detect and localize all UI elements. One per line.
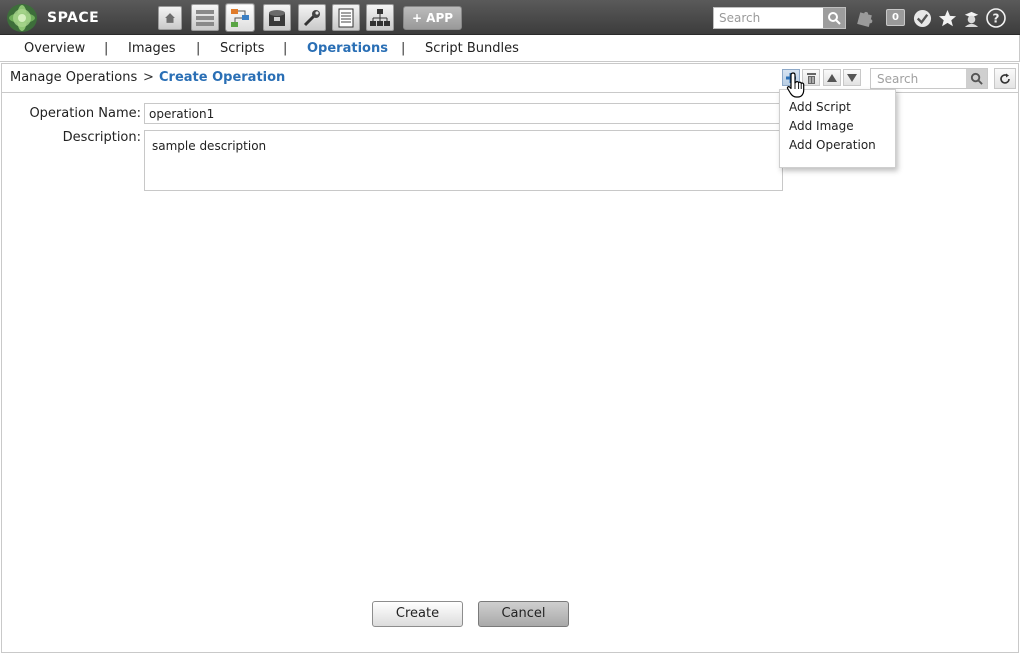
- puzzle-button[interactable]: [856, 8, 876, 28]
- favorites-button[interactable]: [937, 8, 957, 28]
- tab-scripts[interactable]: Scripts: [220, 41, 264, 56]
- operations-search-input[interactable]: [871, 69, 966, 88]
- create-button[interactable]: Create: [372, 601, 463, 627]
- tools-app-button[interactable]: [298, 4, 326, 31]
- menu-item-add-image[interactable]: Add Image: [789, 119, 854, 133]
- user-button[interactable]: [961, 8, 981, 28]
- hand-cursor-icon: [786, 72, 805, 98]
- network-app-button[interactable]: [366, 4, 394, 31]
- search-icon: [828, 12, 841, 25]
- svg-text:?: ?: [993, 12, 1000, 26]
- workflow-app-button[interactable]: [226, 4, 254, 31]
- breadcrumb-separator: >: [143, 70, 154, 85]
- description-label: Description:: [62, 130, 141, 145]
- brand-name: SPACE: [47, 10, 100, 26]
- tab-separator: |: [283, 41, 288, 56]
- tab-overview[interactable]: Overview: [24, 41, 85, 56]
- tab-separator: |: [401, 41, 406, 56]
- tab-operations[interactable]: Operations: [307, 41, 388, 56]
- image-archive-icon: [269, 9, 285, 26]
- arrow-down-icon: [847, 73, 857, 82]
- tab-separator: |: [196, 41, 201, 56]
- devices-icon: [196, 9, 214, 26]
- tab-script-bundles[interactable]: Script Bundles: [425, 41, 519, 56]
- help-icon: ?: [986, 8, 1006, 28]
- global-search-input[interactable]: [714, 8, 824, 28]
- move-up-button[interactable]: [823, 69, 841, 86]
- tasks-button[interactable]: [912, 8, 932, 28]
- reports-app-button[interactable]: [332, 4, 360, 31]
- home-icon: [165, 13, 175, 23]
- workflow-icon: [231, 8, 249, 27]
- page-title: Create Operation: [159, 70, 286, 85]
- network-icon: [370, 8, 390, 26]
- tab-separator: |: [104, 41, 109, 56]
- refresh-icon: [1000, 73, 1010, 84]
- top-bar: SPACE + APP 0 ?: [0, 0, 1020, 35]
- space-logo-icon[interactable]: [6, 3, 38, 33]
- arrow-up-icon: [827, 73, 837, 82]
- notification-count-badge[interactable]: 0: [886, 9, 905, 26]
- operation-name-input[interactable]: [144, 103, 784, 124]
- home-app-button[interactable]: [158, 6, 182, 30]
- menu-item-add-script[interactable]: Add Script: [789, 100, 851, 114]
- refresh-button[interactable]: [994, 68, 1016, 89]
- operation-name-label: Operation Name:: [29, 106, 141, 121]
- section-tabs: Overview | Images | Scripts | Operations…: [0, 35, 1020, 62]
- global-search-button[interactable]: [823, 8, 845, 28]
- image-archive-app-button[interactable]: [263, 4, 291, 31]
- help-button[interactable]: ?: [986, 8, 1006, 28]
- cancel-button[interactable]: Cancel: [478, 601, 569, 627]
- tab-images[interactable]: Images: [128, 41, 176, 56]
- add-app-button[interactable]: + APP: [403, 6, 462, 30]
- breadcrumb-parent[interactable]: Manage Operations: [10, 70, 137, 85]
- move-down-button[interactable]: [843, 69, 861, 86]
- checkmark-icon: [913, 9, 931, 27]
- wrench-icon: [303, 9, 320, 26]
- devices-app-button[interactable]: [191, 4, 219, 31]
- description-input[interactable]: sample description: [144, 130, 783, 191]
- search-icon: [970, 72, 983, 85]
- star-icon: [938, 9, 956, 26]
- global-search: [713, 7, 846, 29]
- menu-item-add-operation[interactable]: Add Operation: [789, 138, 876, 152]
- puzzle-icon: [857, 11, 873, 28]
- user-icon: [964, 11, 978, 27]
- reports-icon: [338, 8, 354, 27]
- add-dropdown-menu: Add Script Add Image Add Operation: [779, 89, 896, 168]
- operations-search-button[interactable]: [966, 69, 987, 88]
- operations-search: [870, 68, 988, 89]
